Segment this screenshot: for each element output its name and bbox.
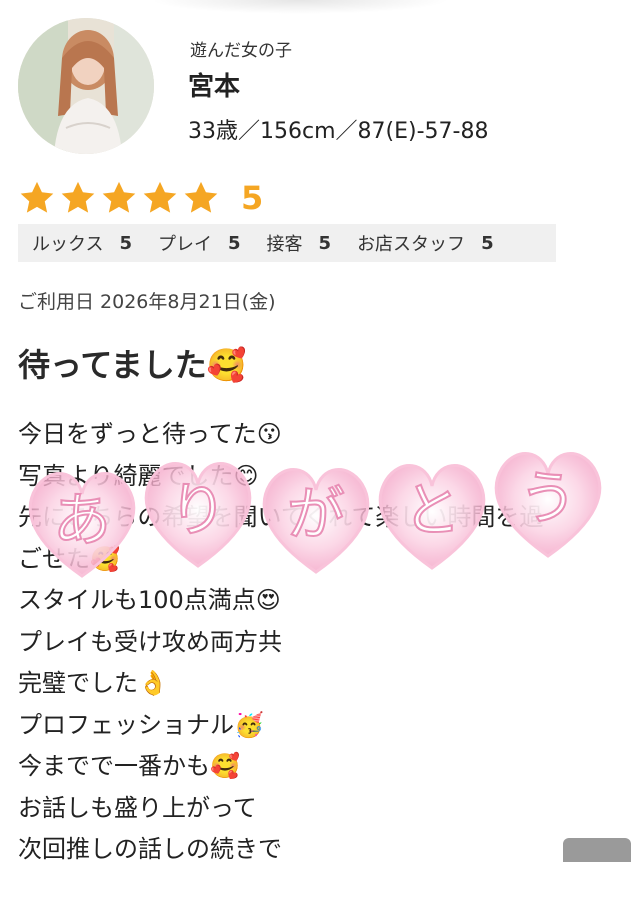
- review-line: 今までで一番かも🥰: [18, 752, 240, 780]
- sub-rating-score: 5: [119, 232, 132, 254]
- sub-ratings: ルックス 5 プレイ 5 接客 5 お店スタッフ 5: [18, 224, 556, 262]
- review-line: ごせた🥰: [18, 544, 120, 573]
- profile-name[interactable]: 宮本: [188, 66, 240, 103]
- star-icon: [20, 181, 54, 213]
- sub-rating-label: お店スタッフ: [357, 234, 466, 255]
- avatar-photo: [18, 18, 154, 154]
- sub-rating-label: プレイ: [158, 234, 212, 255]
- rating-value: 5: [241, 179, 264, 217]
- star-icon: [143, 181, 177, 213]
- sub-rating-looks: ルックス 5: [32, 230, 132, 256]
- sub-rating-service: 接客 5: [267, 230, 332, 256]
- scroll-to-top-button[interactable]: [563, 838, 631, 862]
- review-title: 待ってました🥰: [18, 346, 247, 384]
- review-line: お話しも盛り上がって: [18, 793, 257, 822]
- visit-date: ご利用日 2026年8月21日(金): [18, 291, 276, 313]
- review-line: 写真より綺麗でした😊: [18, 461, 259, 490]
- profile-label: 遊んだ女の子: [190, 41, 292, 61]
- review-body: 今日をずっと待ってた😗 写真より綺麗でした😊 先にこちらの希望を聞いてくれて楽し…: [18, 414, 628, 871]
- sub-rating-score: 5: [228, 232, 241, 254]
- star-rating: 5: [18, 175, 263, 221]
- star-icon: [61, 181, 95, 213]
- sub-rating-score: 5: [318, 232, 332, 254]
- review-line: プレイも受け攻め両方共: [18, 627, 282, 656]
- sub-rating-label: 接客: [266, 234, 303, 255]
- sub-rating-staff: お店スタッフ 5: [357, 230, 494, 256]
- sub-rating-score: 5: [481, 232, 494, 254]
- profile-specs: 33歳／156cm／87(E)-57-88: [188, 119, 489, 144]
- top-shadow: [150, 0, 450, 14]
- sub-rating-label: ルックス: [32, 234, 104, 255]
- review-line: 次回推しの話しの続きで: [18, 835, 282, 863]
- review-line: 今日をずっと待ってた😗: [18, 420, 282, 448]
- review-line: プロフェッショナル🥳: [18, 710, 264, 739]
- review-line: 先にこちらの希望を聞いてくれて楽しい時間を過: [18, 503, 544, 531]
- star-icon: [102, 181, 136, 213]
- sub-rating-play: プレイ 5: [158, 230, 241, 256]
- review-line: スタイルも100点満点😍: [18, 586, 281, 614]
- review-line: 完璧でした👌: [18, 669, 168, 697]
- avatar[interactable]: [18, 18, 154, 154]
- star-icon: [184, 181, 218, 213]
